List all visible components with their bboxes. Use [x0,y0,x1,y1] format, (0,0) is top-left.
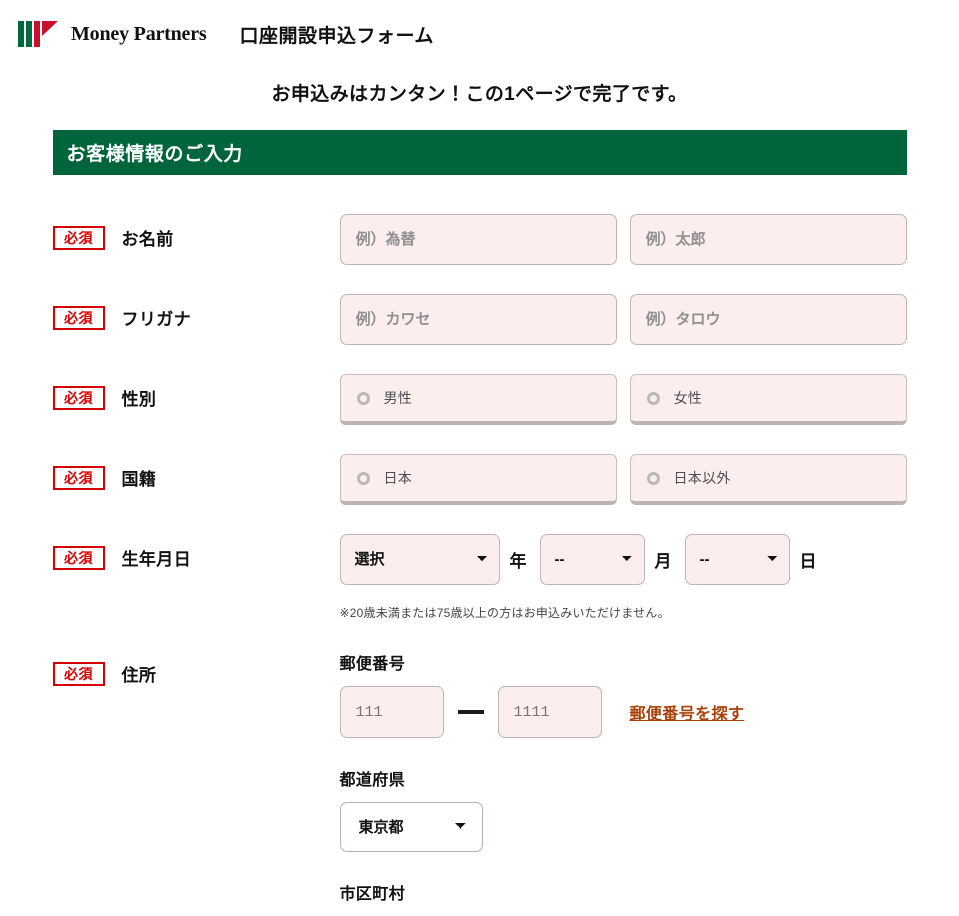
birth-month-unit: 月 [654,552,672,571]
prefecture-select[interactable]: 東京都 [339,802,483,852]
last-name-kana-input[interactable] [339,294,617,345]
first-name-kana-input[interactable] [629,294,907,345]
field-label-gender: 性別 [121,390,157,409]
field-label-nationality: 国籍 [121,470,157,489]
zip-label: 郵便番号 [339,656,406,673]
required-badge: 必須 [52,385,105,410]
field-label-birthdate: 生年月日 [121,550,192,569]
gender-option-male[interactable]: 男性 [339,374,617,425]
site-header: Money Partners 口座開設申込フォーム [0,0,959,54]
nationality-option-japan[interactable]: 日本 [339,454,617,505]
label-furigana: 必須 フリガナ [52,294,340,330]
required-badge: 必須 [52,225,105,250]
birth-day-unit: 日 [799,552,817,571]
brand-logo[interactable]: Money Partners [18,19,207,49]
gender-option-female[interactable]: 女性 [629,374,907,425]
field-label-address: 住所 [121,666,157,685]
radio-icon [356,471,370,485]
first-name-input[interactable] [629,214,907,265]
birth-day-select[interactable]: -- [684,534,790,585]
label-gender: 必須 性別 [52,374,340,410]
gender-option-female-label: 女性 [673,390,703,406]
label-nationality: 必須 国籍 [52,454,340,490]
field-row-furigana: 必須 フリガナ [52,265,907,345]
label-name: 必須 お名前 [52,214,340,250]
birth-year-unit: 年 [509,552,527,571]
customer-info-form: 必須 お名前 必須 フリガナ 必須 性別 [52,175,907,916]
brand-name: Money Partners [71,22,207,45]
zip-separator-icon [457,710,484,714]
gender-option-male-label: 男性 [383,390,413,406]
birth-month-select[interactable]: -- [539,534,645,585]
zip-first-input[interactable] [339,686,444,738]
nationality-option-japan-label: 日本 [383,470,413,486]
section-banner-title: お客様情報のご入力 [66,144,243,165]
radio-icon [356,391,370,405]
required-badge: 必須 [52,465,105,490]
field-row-birthdate: 必須 生年月日 選択 年 -- 月 -- 日 ※20歳未満または75歳以上の方は… [52,505,907,621]
radio-icon [646,391,660,405]
label-birthdate: 必須 生年月日 [52,534,340,570]
required-badge: 必須 [52,545,105,570]
birth-year-select[interactable]: 選択 [339,534,500,585]
city-label: 市区町村 [339,886,406,903]
field-row-name: 必須 お名前 [52,185,907,265]
field-row-nationality: 必須 国籍 日本 日本以外 [52,425,907,505]
field-label-furigana: フリガナ [121,310,192,329]
section-banner: お客様情報のご入力 [52,130,907,175]
nationality-option-other[interactable]: 日本以外 [629,454,907,505]
required-badge: 必須 [52,305,105,330]
nationality-option-other-label: 日本以外 [673,470,731,486]
field-row-address: 必須 住所 郵便番号 郵便番号を探す 都道府県 東京都 市区町村 [52,621,907,916]
prefecture-label: 都道府県 [339,772,406,789]
birthdate-note: ※20歳未満または75歳以上の方はお申込みいただけません。 [339,606,670,620]
required-badge: 必須 [52,661,105,686]
page-title: 口座開設申込フォーム [239,25,434,47]
money-partners-logo-icon [18,21,58,47]
zip-search-link[interactable]: 郵便番号を探す [630,700,745,724]
label-address: 必須 住所 [52,650,340,686]
zip-second-input[interactable] [497,686,602,738]
field-row-gender: 必須 性別 男性 女性 [52,345,907,425]
field-label-name: お名前 [121,230,174,249]
last-name-input[interactable] [339,214,617,265]
lead-text: お申込みはカンタン！この1ページで完了です。 [271,84,688,105]
radio-icon [646,471,660,485]
